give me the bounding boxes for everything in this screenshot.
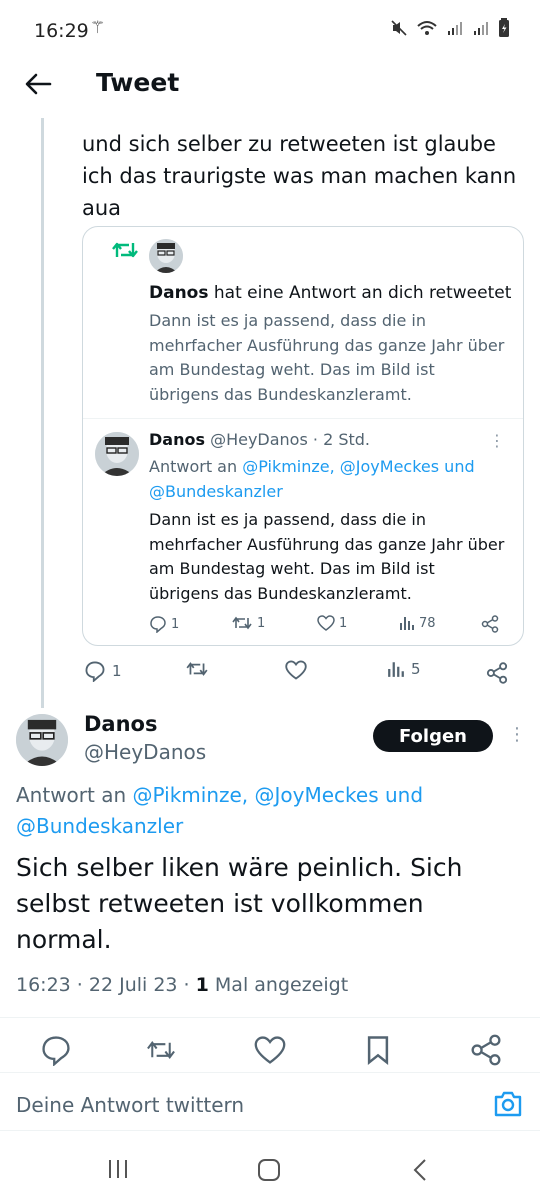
reply-prefix: Antwort an [149,457,243,476]
reply-prefix: Antwort an [16,783,133,807]
retweet-notice: Danos hat eine Antwort an dich retweetet [149,283,511,303]
share-icon[interactable] [486,662,508,684]
views-icon [400,617,414,630]
status-icons [390,18,510,38]
quoted-handle-time: @HeyDanos · 2 Std. [204,430,370,449]
mute-icon [391,20,407,36]
retweet-icon [112,242,138,258]
like-icon [317,615,335,631]
quoted-reply-to: Antwort an @Pikminze, @JoyMeckes und @Bu… [149,455,514,504]
status-time: 16:29 [34,20,89,42]
tweet-timestamp[interactable]: 16:23 · 22 Juli 23 · [16,974,196,996]
tweet-text: Sich selber liken wäre peinlich. Sich se… [16,853,463,954]
retweet-action: hat eine Antwort an dich retweetet [208,283,512,303]
camera-icon[interactable] [492,1089,524,1119]
quoted-actions: 1 1 1 78 [149,615,509,639]
retweet-count: 1 [257,615,266,631]
reply-count: 1 [112,662,122,680]
divider [0,1072,540,1073]
divider [0,1130,540,1131]
recent-apps-icon[interactable] [106,1158,130,1180]
like-button[interactable]: 1 [317,615,347,631]
avatar[interactable] [149,239,183,273]
author-name[interactable]: Danos [84,712,157,736]
back-icon[interactable] [410,1158,432,1182]
view-count: 1 [195,974,209,996]
reply-icon[interactable] [40,1034,72,1066]
reply-mentions[interactable]: @Pikminze, @JoyMeckes und [133,783,424,807]
view-label: Mal angezeigt [208,974,349,996]
retweet-icon[interactable] [145,1034,177,1066]
home-icon[interactable] [257,1158,281,1182]
reply-icon [85,661,105,682]
magic-wand-icon: ⚚ [90,18,106,38]
quoted-author: Danos @HeyDanos · 2 Std. [149,430,370,449]
like-icon [285,660,307,680]
reply-input[interactable]: Deine Antwort twittern [16,1093,244,1117]
reply-to: Antwort an @Pikminze, @JoyMeckes und @Bun… [16,780,526,842]
like-button[interactable] [285,660,307,680]
reply-mentions-cont[interactable]: @Bundeskanzler [16,814,183,838]
back-arrow-icon[interactable] [22,68,54,100]
quoted-tweet-card[interactable]: Danos hat eine Antwort an dich retweetet… [82,226,524,646]
parent-tweet-text: und sich selber zu retweeten ist glaube … [82,132,517,220]
views-count: 78 [419,615,436,631]
battery-icon [499,18,509,37]
status-bar: 16:29 ⚚ [0,0,540,60]
retweet-icon [186,662,208,676]
follow-button[interactable]: Folgen [373,720,493,752]
signal-icon-2 [474,22,488,35]
share-icon[interactable] [481,615,499,633]
page-title: Tweet [96,68,180,97]
like-icon[interactable] [254,1034,286,1066]
retweet-button[interactable] [185,660,209,678]
retweet-user[interactable]: Danos [149,283,208,303]
signal-icon [448,22,462,35]
views-button[interactable]: 78 [399,615,436,631]
avatar[interactable] [16,714,68,766]
reply-button[interactable]: 1 [149,615,179,633]
reply-icon [150,616,166,633]
avatar[interactable] [95,432,139,476]
like-count: 1 [339,615,348,631]
card-divider [83,418,523,419]
views-button[interactable]: 5 [387,660,421,678]
tweet-meta: 16:23 · 22 Juli 23 · 1 Mal angezeigt [16,974,348,996]
top-bar: Tweet [0,60,540,118]
quoted-text: Dann ist es ja passend, dass die in mehr… [149,510,505,603]
author-handle[interactable]: @HeyDanos [84,740,206,764]
retweet-button[interactable]: 1 [231,615,265,631]
retweet-text: Dann ist es ja passend, dass die in mehr… [149,311,505,404]
bookmark-icon[interactable] [362,1034,394,1066]
thread-line [41,118,44,708]
system-nav-bar [0,1138,540,1200]
share-icon[interactable] [470,1034,502,1066]
wifi-icon [417,21,437,35]
reply-button[interactable]: 1 [84,660,122,682]
more-icon[interactable]: ⋮ [508,724,526,745]
reply-count: 1 [171,616,180,632]
views-icon [388,662,404,677]
retweet-icon [232,616,252,630]
quoted-name[interactable]: Danos [149,430,205,449]
divider [0,1017,540,1018]
more-icon[interactable]: ⋮ [489,431,505,450]
views-count: 5 [411,660,421,678]
